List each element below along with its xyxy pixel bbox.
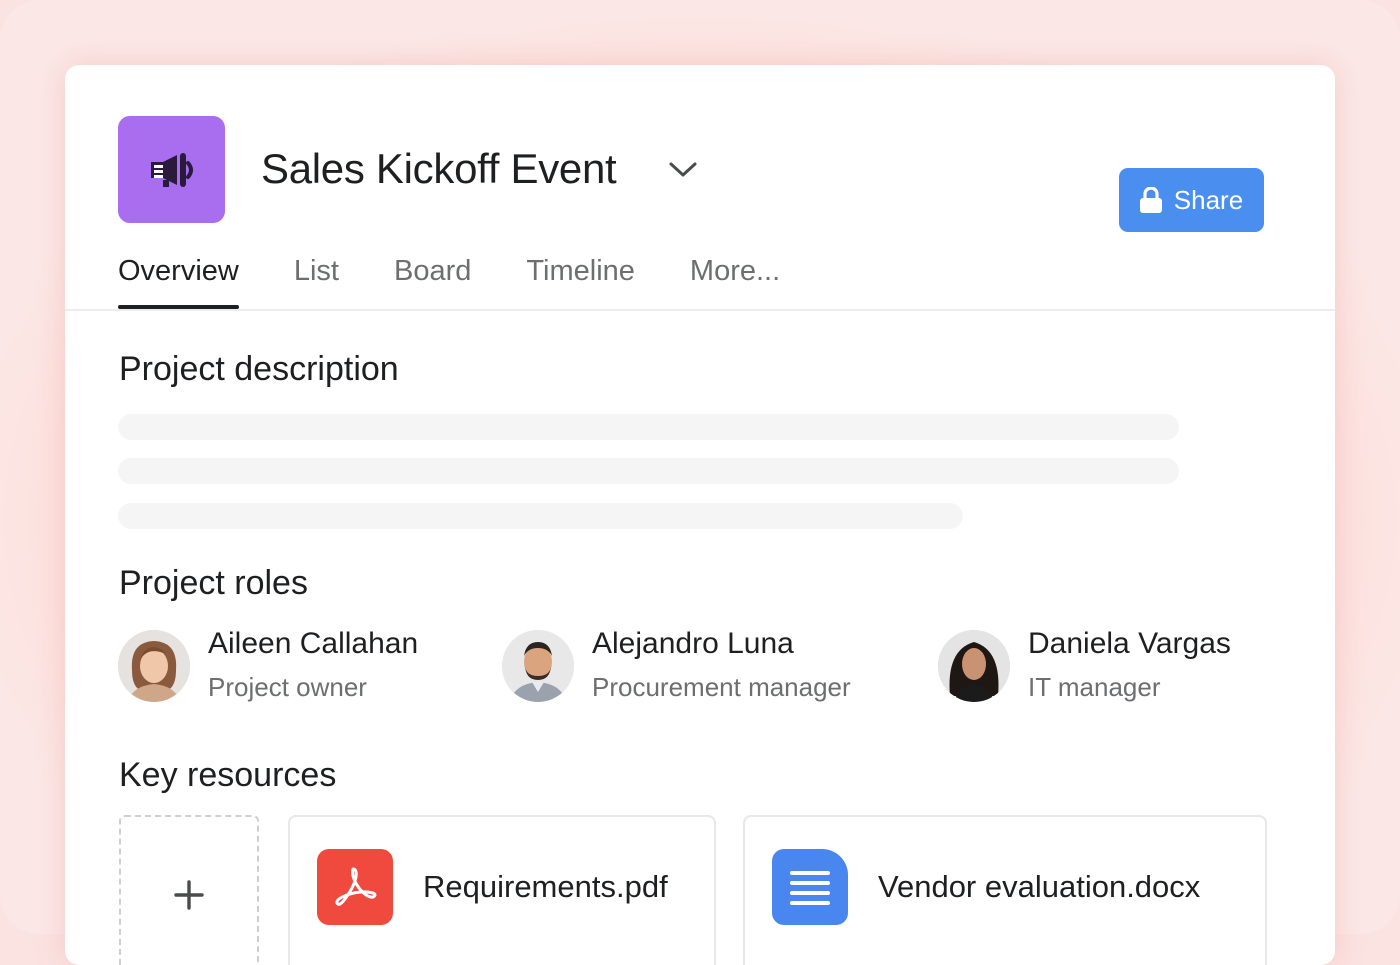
role-name: Daniela Vargas: [1028, 627, 1231, 660]
pdf-icon: [317, 849, 393, 925]
lock-icon: [1139, 187, 1162, 213]
plus-icon: [174, 880, 204, 910]
tab-overview[interactable]: Overview: [118, 251, 239, 309]
role-title: Procurement manager: [592, 672, 851, 702]
role-name: Alejandro Luna: [592, 627, 794, 660]
project-title: Sales Kickoff Event: [261, 145, 617, 192]
resource-name: Vendor evaluation.docx: [878, 869, 1201, 904]
chevron-down-icon[interactable]: [667, 157, 699, 181]
project-roles-heading: Project roles: [119, 564, 308, 602]
resource-item[interactable]: Requirements.pdf: [288, 815, 716, 965]
avatar: [938, 630, 1010, 702]
description-placeholder-line: [118, 503, 963, 529]
description-placeholder-line: [118, 458, 1179, 484]
resource-name: Requirements.pdf: [423, 869, 668, 904]
tab-list[interactable]: List: [294, 251, 339, 309]
add-resource-button[interactable]: [119, 815, 259, 965]
tab-timeline[interactable]: Timeline: [526, 251, 635, 309]
project-description-heading: Project description: [119, 350, 399, 388]
avatar: [118, 630, 190, 702]
share-button-label: Share: [1173, 184, 1244, 215]
tab-more[interactable]: More...: [690, 251, 780, 309]
project-overview-card: Sales Kickoff Event Share Overview List …: [65, 65, 1335, 965]
role-title: IT manager: [1028, 672, 1161, 702]
role-name: Aileen Callahan: [208, 627, 419, 660]
document-icon: [772, 849, 848, 925]
resource-item[interactable]: Vendor evaluation.docx: [743, 815, 1267, 965]
share-button[interactable]: Share: [1119, 168, 1264, 232]
tabs-divider: [65, 309, 1335, 311]
megaphone-icon: [150, 152, 193, 187]
description-placeholder-line: [118, 414, 1179, 440]
tab-board[interactable]: Board: [394, 251, 471, 309]
role-title: Project owner: [208, 672, 367, 702]
project-tabs: Overview List Board Timeline More...: [118, 251, 835, 309]
key-resources-heading: Key resources: [119, 756, 337, 794]
avatar: [502, 630, 574, 702]
project-icon[interactable]: [118, 116, 225, 223]
